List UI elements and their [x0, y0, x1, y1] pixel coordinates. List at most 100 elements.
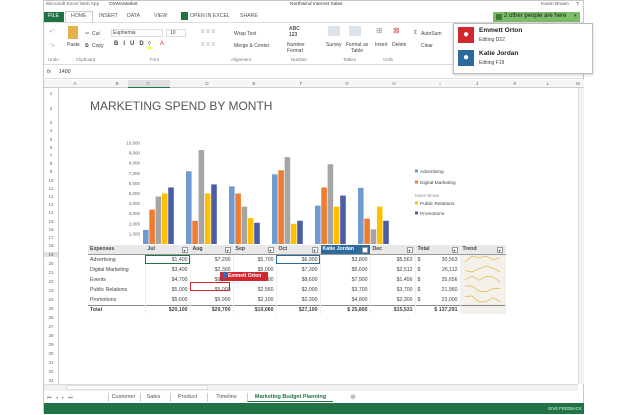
column-header-2[interactable]: Aug ▾: [190, 245, 234, 255]
cell[interactable]: $2,560: [233, 284, 277, 295]
bar: [254, 222, 260, 244]
total-value: 26,112: [442, 266, 458, 273]
bar-chart: 1,000 2,000 3,000 4,000 5,000 6,000 7,000 8,000…: [126, 141, 456, 244]
cell[interactable]: Digital Marketing: [88, 264, 146, 275]
cell[interactable]: $2,000: [276, 284, 321, 295]
cell[interactable]: $5,600: [145, 294, 191, 305]
filter-dropdown-icon[interactable]: ▾: [451, 246, 458, 253]
cell-total[interactable]: $30,563: [415, 254, 461, 265]
bar: [186, 171, 192, 244]
column-header-7[interactable]: Total ▾: [415, 245, 461, 255]
sheet-nav-arrows[interactable]: ⏮◂▸⏭: [47, 395, 77, 401]
cell[interactable]: $4,700: [145, 274, 191, 285]
bar: [247, 218, 254, 244]
cell[interactable]: $3,400: [145, 264, 191, 275]
sheet-tab[interactable]: Timeline: [207, 393, 245, 402]
cell[interactable]: Advertising: [88, 254, 146, 265]
cell-total[interactable]: $21,960: [415, 284, 461, 295]
filter-dropdown-icon[interactable]: ▾: [267, 246, 274, 253]
y-tick-label: 3,000: [129, 211, 141, 216]
total-cell[interactable]: $ 137,291: [415, 304, 461, 314]
cell[interactable]: $2,512: [370, 264, 416, 275]
total-cell[interactable]: $19,060: [233, 304, 277, 314]
emmett-tag-label: Emmett Orton: [228, 273, 262, 279]
scroll-thumb[interactable]: [66, 385, 208, 390]
cell-total[interactable]: $26,112: [415, 264, 461, 275]
cell[interactable]: $3,700: [370, 284, 416, 295]
bar: [358, 187, 364, 244]
total-cell[interactable]: $20,100: [145, 304, 191, 314]
add-sheet-button[interactable]: ⊕: [350, 393, 356, 401]
total-cell[interactable]: $27,100: [276, 304, 321, 314]
cell[interactable]: $7,900: [320, 274, 371, 285]
cell[interactable]: $3,700: [320, 284, 371, 295]
legend-label: Digital Marketing: [420, 180, 456, 186]
cell[interactable]: Public Relations: [88, 284, 146, 295]
cell[interactable]: $3,800: [320, 254, 371, 265]
give-feedback-link[interactable]: GIVE FEEDBACK: [548, 406, 582, 411]
column-header-6[interactable]: Dec ▾: [370, 245, 416, 255]
currency: $: [417, 296, 421, 303]
filter-dropdown-icon[interactable]: ▾: [406, 246, 413, 253]
legend-label: Public Relations: [420, 201, 455, 207]
column-header-5[interactable]: Katie Jordan ▾: [320, 245, 371, 255]
sheet-tab[interactable]: Sales: [140, 393, 166, 402]
bar: [272, 174, 278, 244]
currency: $: [417, 266, 421, 273]
column-header-1[interactable]: Jul ▾: [145, 245, 191, 255]
column-header-0[interactable]: Expenses: [88, 245, 146, 255]
cell[interactable]: $5,600: [320, 264, 371, 275]
total-value: 23,000: [441, 296, 458, 303]
filter-dropdown-icon[interactable]: ▾: [224, 246, 231, 253]
total-row: Total $20,100 $29,700 $19,060 $27,100 $ 25,80…: [88, 304, 506, 314]
column-header-8[interactable]: Trend ▾: [460, 245, 506, 255]
total-value: 30,563: [441, 256, 458, 263]
cell[interactable]: $5,700: [233, 254, 277, 265]
cell[interactable]: $5,563: [370, 254, 416, 265]
cell[interactable]: $8,600: [276, 274, 321, 285]
bar: [211, 184, 217, 244]
total-cell[interactable]: $29,700: [190, 304, 234, 314]
bar: [241, 206, 248, 244]
sparkline: [464, 265, 500, 272]
table-row: Events$4,700$9,300$3,700$8,600$7,900$1,4…: [88, 274, 506, 285]
cell-total[interactable]: $23,000: [415, 294, 461, 305]
total-cell[interactable]: Total: [88, 304, 146, 314]
bar: [198, 150, 205, 244]
cell[interactable]: $4,800: [320, 294, 371, 305]
cell[interactable]: $2,300: [370, 294, 416, 305]
bar: [235, 193, 241, 244]
filter-dropdown-icon[interactable]: ▾: [181, 246, 188, 253]
cell[interactable]: $1,456: [370, 274, 416, 285]
cell[interactable]: $2,100: [233, 294, 277, 305]
bar: [340, 195, 346, 244]
column-header-4[interactable]: Oct ▾: [276, 245, 321, 255]
filter-dropdown-icon[interactable]: ▾: [496, 246, 503, 253]
bar: [327, 164, 334, 244]
filter-dropdown-icon[interactable]: ▾: [311, 246, 318, 253]
cell[interactable]: $5,000: [145, 284, 191, 295]
header-label: Trend: [462, 245, 477, 252]
currency: $: [417, 286, 421, 293]
sparkline: [464, 285, 500, 292]
sheet-tab[interactable]: Customer: [108, 393, 138, 402]
cell[interactable]: $2,300: [276, 294, 321, 305]
filter-dropdown-icon[interactable]: ▾: [361, 246, 368, 253]
cell[interactable]: $7,200: [190, 254, 234, 265]
sheet-tab[interactable]: Product: [170, 393, 204, 402]
bar: [333, 206, 340, 244]
header-label: Oct: [278, 245, 288, 252]
table-row: Public Relations $5,000 $5,000 $2,560 $2,000…: [88, 284, 506, 295]
column-header-3[interactable]: Sep ▾: [233, 245, 277, 255]
cell[interactable]: Promotions: [88, 294, 146, 305]
total-cell[interactable]: $ 25,800: [320, 304, 371, 314]
header-label: Dec: [372, 245, 383, 252]
cell[interactable]: Events: [88, 274, 146, 285]
cell[interactable]: $5,900: [190, 294, 234, 305]
sheet-tab[interactable]: Marketing Budget Planning: [247, 393, 333, 402]
cell-total[interactable]: $35,656: [415, 274, 461, 285]
collaborator-label-karen: Karen Brown: [415, 193, 440, 198]
cell[interactable]: $7,300: [276, 264, 321, 275]
total-cell[interactable]: $15,531: [370, 304, 416, 314]
legend-label: Promotions: [420, 211, 445, 217]
